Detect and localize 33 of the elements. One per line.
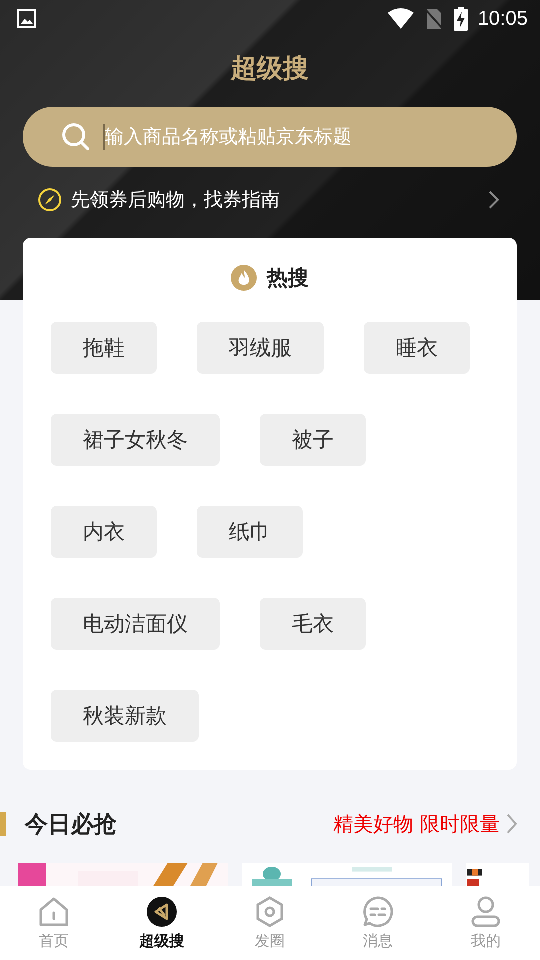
search-tag[interactable]: 纸巾 — [197, 506, 303, 558]
section-title: 热搜 — [267, 265, 309, 292]
search-tag[interactable]: 秋装新款 — [51, 690, 199, 742]
chevron-icon — [488, 190, 500, 210]
guide-link[interactable]: 先领券后购物，找券指南 — [38, 187, 500, 213]
chevron-icon — [506, 813, 518, 836]
search-tag[interactable]: 毛衣 — [260, 598, 366, 650]
clock: 10:05 — [478, 8, 528, 30]
user-icon — [471, 896, 501, 928]
nav-tab[interactable]: 超级搜 — [108, 886, 216, 960]
chat-icon — [362, 896, 394, 928]
image-icon — [17, 9, 37, 29]
hexagon-icon — [255, 896, 285, 928]
search-tag[interactable]: 电动洁面仪 — [51, 598, 220, 650]
wifi-icon — [388, 8, 414, 30]
accent-bar — [0, 812, 6, 836]
search-tag[interactable]: 睡衣 — [364, 322, 470, 374]
battery-charging-icon — [454, 7, 468, 31]
search-field[interactable]: 输入商品名称或粘贴京东标题 — [23, 107, 517, 167]
search-input[interactable]: 输入商品名称或粘贴京东标题 — [105, 126, 489, 148]
flame-icon — [231, 265, 257, 291]
home-icon — [38, 896, 70, 926]
search-tag[interactable]: 羽绒服 — [197, 322, 324, 374]
search-tag[interactable]: 裙子女秋冬 — [51, 414, 220, 466]
search-tag[interactable]: 被子 — [260, 414, 366, 466]
search-tag[interactable]: 内衣 — [51, 506, 157, 558]
search-icon — [61, 122, 91, 152]
section-title: 今日必抢 — [25, 810, 118, 840]
promo-link[interactable]: 精美好物 限时限量 — [334, 810, 518, 838]
share-icon — [147, 896, 177, 926]
search-tag[interactable]: 拖鞋 — [51, 322, 157, 374]
compass-icon — [38, 188, 62, 212]
page-title: 超级搜 — [230, 53, 310, 86]
